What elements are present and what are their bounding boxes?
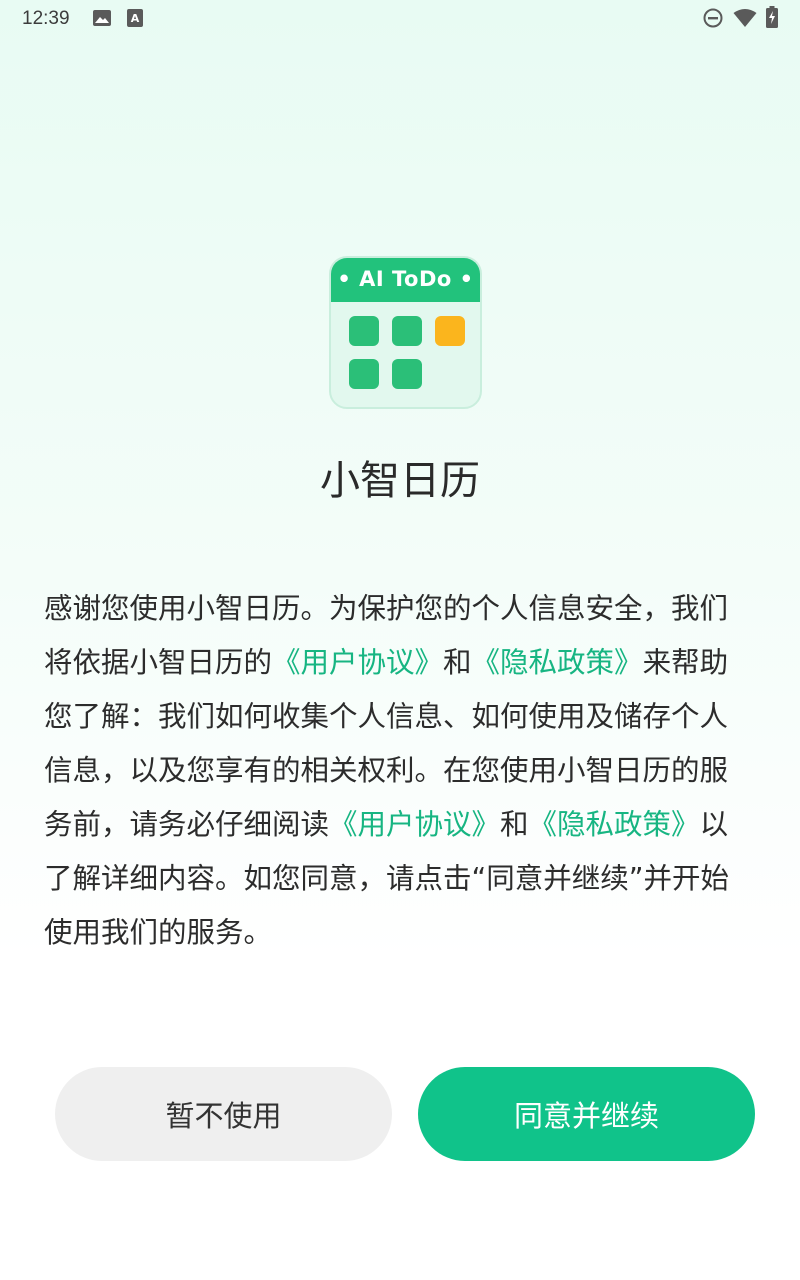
agree-button-label: 同意并继续 xyxy=(513,1099,659,1133)
do-not-disturb-icon xyxy=(703,8,723,32)
app-logo-dot-right: • xyxy=(459,267,474,291)
agreement-text-segment: 和 xyxy=(500,808,529,841)
agreement-line: 务前，请务必仔细阅读《用户协议》和《隐私政策》以 xyxy=(44,798,762,852)
image-icon xyxy=(92,9,112,31)
agreement-line: 将依据小智日历的《用户协议》和《隐私政策》来帮助 xyxy=(44,636,762,690)
calendar-cell xyxy=(392,316,422,346)
calendar-cell-highlight xyxy=(435,316,465,346)
user-agreement-link[interactable]: 《用户协议》 xyxy=(272,646,443,679)
agreement-line: 您了解：我们如何收集个人信息、如何使用及储存个人 xyxy=(44,700,729,733)
status-bar: 12:39 A xyxy=(0,0,800,38)
privacy-policy-link[interactable]: 《隐私政策》 xyxy=(472,646,643,679)
text-a-icon: A xyxy=(127,9,143,31)
calendar-cell xyxy=(349,316,379,346)
app-logo-dot-left: • xyxy=(337,267,352,291)
agreement-text-segment: 和 xyxy=(443,646,472,679)
agreement-line: 使用我们的服务。 xyxy=(44,916,273,949)
calendar-cell xyxy=(392,359,422,389)
user-agreement-link[interactable]: 《用户协议》 xyxy=(329,808,500,841)
calendar-cell xyxy=(349,359,379,389)
agreement-line: 感谢您使用小智日历。为保护您的个人信息安全，我们 xyxy=(44,592,729,625)
svg-text:A: A xyxy=(131,12,140,25)
decline-button-label: 暂不使用 xyxy=(165,1099,282,1133)
agreement-text-segment: 务前，请务必仔细阅读 xyxy=(44,808,330,841)
agree-continue-button[interactable]: 同意并继续 xyxy=(418,1067,755,1161)
decline-button[interactable]: 暂不使用 xyxy=(55,1067,392,1161)
battery-icon xyxy=(766,6,778,32)
privacy-policy-link[interactable]: 《隐私政策》 xyxy=(529,808,700,841)
agreement-text-segment: 以 xyxy=(699,808,729,841)
agreement-text-segment: 来帮助 xyxy=(642,646,729,679)
status-time: 12:39 xyxy=(22,8,70,29)
app-logo: • AI ToDo • xyxy=(329,256,482,409)
wifi-icon xyxy=(733,8,757,32)
app-logo-text: • AI ToDo • xyxy=(331,267,480,291)
app-title: 小智日历 xyxy=(320,458,480,504)
app-logo-label: AI ToDo xyxy=(359,267,452,291)
agreement-text-segment: 将依据小智日历的 xyxy=(44,646,273,679)
agreement-line: 了解详细内容。如您同意，请点击“同意并继续”并开始 xyxy=(44,862,730,895)
agreement-line: 信息，以及您享有的相关权利。在您使用小智日历的服 xyxy=(44,754,729,787)
agreement-text: 感谢您使用小智日历。为保护您的个人信息安全，我们 将依据小智日历的《用户协议》和… xyxy=(44,582,762,960)
